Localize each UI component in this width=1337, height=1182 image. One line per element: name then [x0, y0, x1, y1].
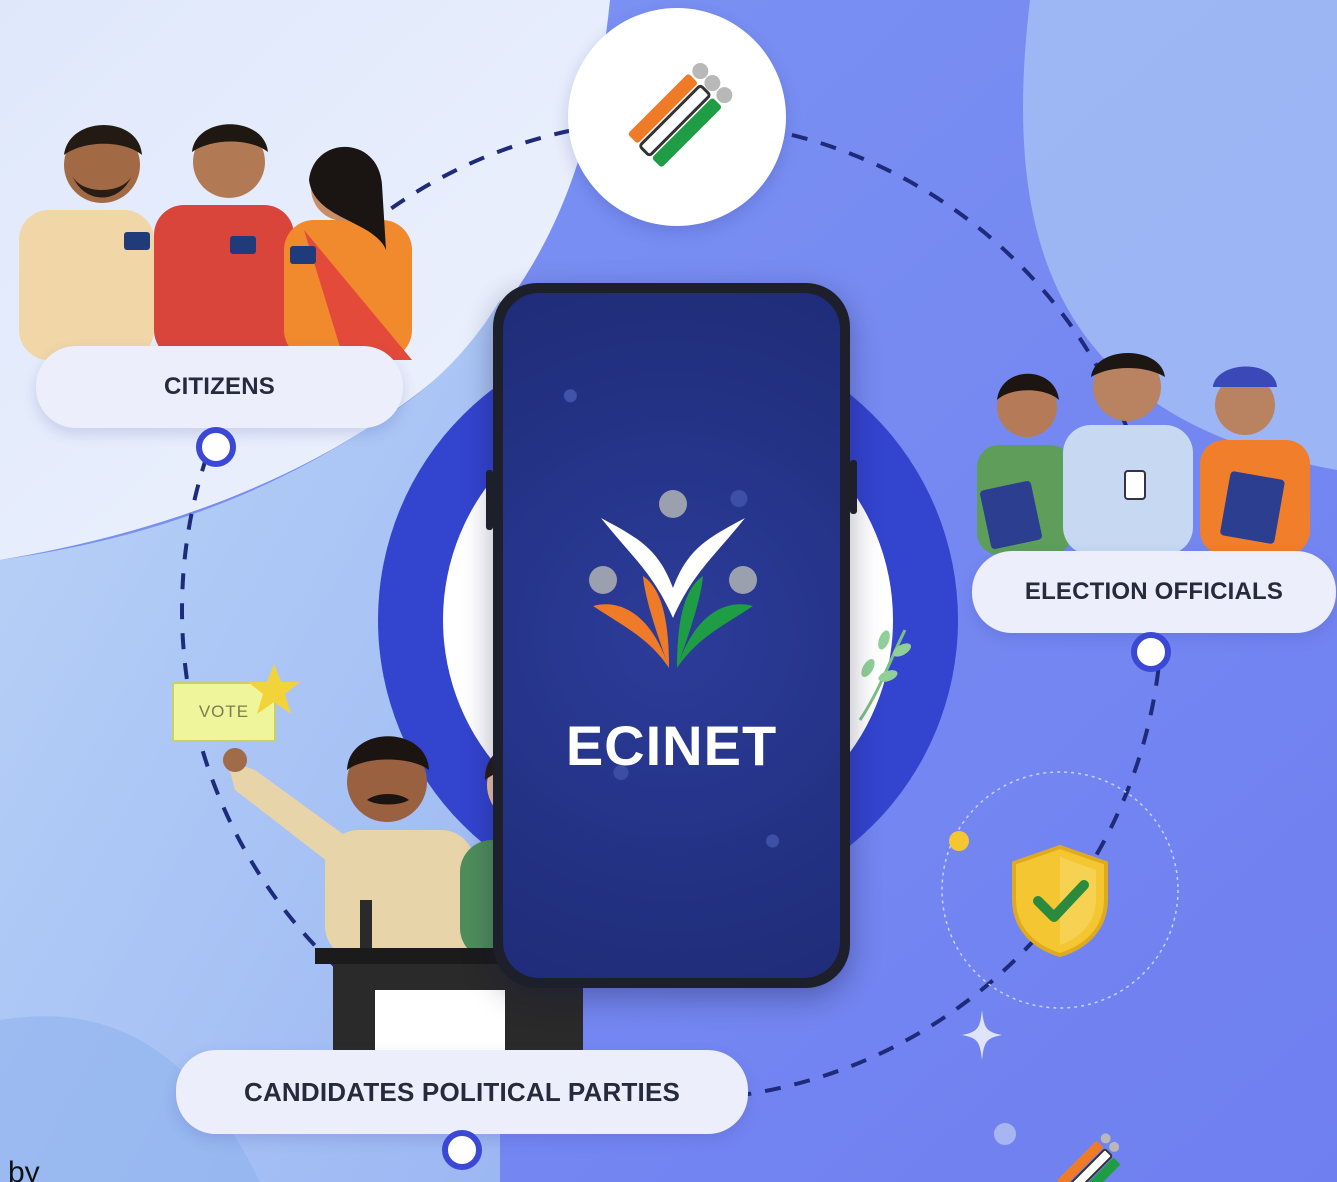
decor-dot [949, 831, 969, 851]
ecinet-logo-icon [589, 490, 757, 668]
sparkle-icon [962, 1010, 1002, 1060]
footer-text: by [8, 1156, 40, 1182]
ballot-logo-icon [1057, 1133, 1120, 1182]
citizens-illustration [19, 124, 412, 360]
infographic-canvas: VOTE ECINET CITIZENS ELECTION OFFICIALS … [0, 0, 1337, 1182]
phone-screen: ECINET [503, 293, 840, 978]
phone-side-button [850, 460, 857, 514]
app-name: ECINET [565, 714, 778, 777]
eci-logo-badge [568, 8, 786, 226]
star-icon [248, 664, 300, 714]
election-officials-illustration [977, 353, 1310, 555]
connector-node-citizens [196, 427, 236, 467]
candidates-label: CANDIDATES POLITICAL PARTIES [176, 1050, 748, 1134]
election-officials-label-text: ELECTION OFFICIALS [1024, 578, 1284, 605]
phone-mockup: ECINET [493, 283, 850, 988]
connector-node-candidates [442, 1130, 482, 1170]
phone-side-button [486, 470, 493, 530]
shield-check-icon [1012, 844, 1108, 958]
election-officials-label: ELECTION OFFICIALS [972, 551, 1336, 633]
decor-dot [994, 1123, 1016, 1145]
candidates-label-text: CANDIDATES POLITICAL PARTIES [243, 1076, 681, 1107]
vote-placard-label: VOTE [198, 702, 250, 721]
citizens-label: CITIZENS [36, 346, 403, 428]
ballot-logo-icon [628, 63, 733, 167]
citizens-label-text: CITIZENS [164, 373, 275, 400]
connector-node-officials [1131, 632, 1171, 672]
